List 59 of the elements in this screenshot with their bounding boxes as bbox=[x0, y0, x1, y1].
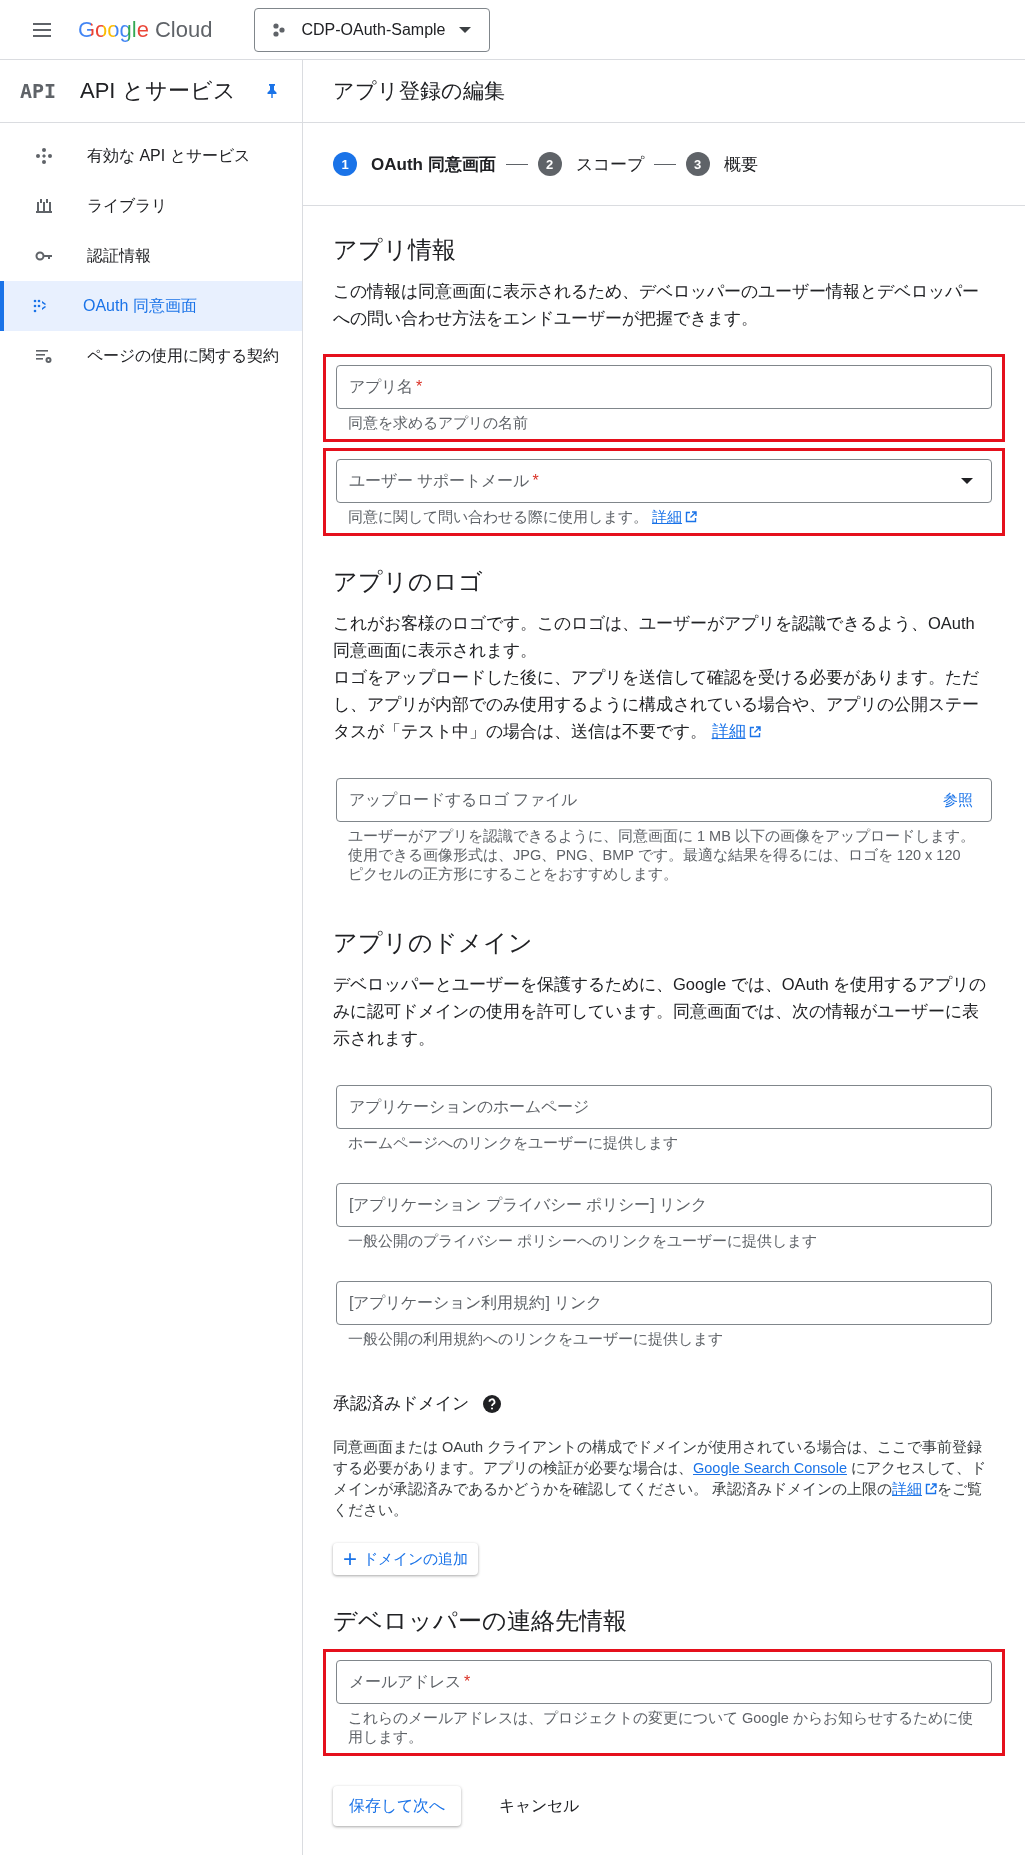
step-number: 3 bbox=[685, 152, 710, 176]
description-text: デベロッパーとユーザーを保護するために、Google では、OAuth を使用するアプリのみに認可ドメインの使用を許可しています。同意画面では、次の情報がユーザーに表示されます。 bbox=[333, 974, 988, 1049]
details-link[interactable]: 詳細 bbox=[892, 1481, 938, 1497]
cancel-button[interactable]: キャンセル bbox=[491, 1787, 587, 1825]
save-button[interactable]: 保存して次へ bbox=[333, 1786, 461, 1826]
list-gear-icon bbox=[35, 347, 53, 365]
project-picker[interactable]: CDP-OAuth-Sample bbox=[254, 7, 491, 52]
input-field[interactable]: メールアドレス * bbox=[336, 1660, 992, 1704]
sidebar-item[interactable]: ライブラリ bbox=[0, 181, 302, 231]
hint-text: ユーザーがアプリを認識できるように、同意画面に 1 MB 以下の画像をアップロードします。使用できる画像形式は、JPG、PNG、BMP です。最適な結果を得るには、ロゴを 120 x 120 ピクセルの正方形にすることをおすすめします。 bbox=[347, 827, 976, 884]
logo-product: Cloud bbox=[154, 16, 213, 43]
sidebar-item[interactable]: OAuth 同意画面 bbox=[0, 281, 302, 331]
sidebar-item[interactable]: 認証情報 bbox=[0, 231, 302, 281]
library-icon bbox=[35, 197, 53, 215]
description-text: ロゴをアップロードした後に、アプリを送信して確認を受ける必要があります。ただし、アプリが内部でのみ使用するように構成されている場合や、アプリの公開ステータスが「テスト中」の場合は、送信は不要です。 詳細 bbox=[333, 667, 980, 742]
section-heading: アプリのロゴ bbox=[333, 567, 484, 597]
sidebar-title: API とサービス bbox=[80, 77, 237, 105]
hint-text: これらのメールアドレスは、プロジェクトの変更について Google からお知らせするために使用します。 bbox=[347, 1709, 974, 1747]
api-logo: API bbox=[20, 79, 58, 103]
hint-text: 同意に関して問い合わせる際に使用します。 詳細 bbox=[336, 503, 992, 527]
dropdown-icon bbox=[961, 478, 973, 484]
select-field[interactable]: ユーザー サポートメール * bbox=[336, 459, 992, 503]
console-link[interactable]: Google Search Console bbox=[693, 1460, 847, 1476]
description-text: 同意画面または OAuth クライアントの構成でドメインが使用されている場合は、ここで事前登録する必要があります。アプリの検証が必要な場合は、Google Search Console にアクセスして、ドメインが承認済みであるかどうかを確認してください。 承認済みドメインの上限の詳細 をご覧ください。 bbox=[333, 1438, 987, 1520]
description-text: この情報は同意画面に表示されるため、デベロッパーのユーザー情報とデベロッパーへの問い合わせ方法をエンドユーザーが把握できます。 bbox=[333, 281, 980, 329]
dots-grid-icon bbox=[31, 297, 49, 315]
section-heading: デベロッパーの連絡先情報 bbox=[333, 1606, 628, 1636]
caret-icon bbox=[459, 26, 472, 33]
step-connector bbox=[653, 163, 676, 165]
step-tab[interactable]: OAuth 同意画面 bbox=[371, 152, 496, 176]
help-icon[interactable] bbox=[483, 1394, 501, 1413]
description-text: これがお客様のロゴです。このロゴは、ユーザーがアプリを認識できるよう、OAuth 同意画面に表示されます。 bbox=[333, 613, 976, 661]
diamond-dots-icon bbox=[35, 147, 53, 165]
hint-text: ホームページへのリンクをユーザーに提供します bbox=[347, 1134, 679, 1153]
hint-text: 同意を求めるアプリの名前 bbox=[347, 414, 529, 433]
step-tab[interactable]: 概要 bbox=[723, 152, 758, 176]
input-field[interactable]: [アプリケーション プライバシー ポリシー] リンク bbox=[336, 1183, 992, 1227]
file-field[interactable]: アップロードするロゴ ファイル 参照 bbox=[336, 778, 992, 822]
step-connector bbox=[505, 163, 528, 165]
hint-text: 一般公開のプライバシー ポリシーへのリンクをユーザーに提供します bbox=[347, 1232, 819, 1251]
section-heading: アプリのドメイン bbox=[333, 928, 534, 958]
section-subheading: 承認済みドメイン bbox=[333, 1393, 469, 1415]
project-icon bbox=[271, 21, 288, 38]
details-link[interactable]: 詳細 bbox=[652, 509, 698, 525]
logo[interactable]: Google Cloud bbox=[78, 16, 213, 43]
input-field[interactable]: アプリ名 * bbox=[336, 365, 992, 409]
hint-text: 一般公開の利用規約へのリンクをユーザーに提供します bbox=[347, 1330, 724, 1349]
step-number: 2 bbox=[537, 152, 562, 176]
input-field[interactable]: [アプリケーション利用規約] リンク bbox=[336, 1281, 992, 1325]
sidebar-item[interactable]: ページの使用に関する契約 bbox=[0, 331, 302, 381]
details-link[interactable]: 詳細 bbox=[711, 722, 761, 740]
sidebar-item[interactable]: 有効な API とサービス bbox=[0, 131, 302, 181]
step-tab[interactable]: スコープ bbox=[575, 152, 644, 176]
step-number: 1 bbox=[333, 152, 357, 176]
page-title: アプリ登録の編集 bbox=[333, 78, 505, 104]
add-domain-button[interactable]: + ドメインの追加 bbox=[333, 1543, 478, 1575]
input-field[interactable]: アプリケーションのホームページ bbox=[336, 1085, 992, 1129]
browse-link[interactable]: 参照 bbox=[943, 790, 973, 810]
section-heading: アプリ情報 bbox=[333, 235, 457, 265]
